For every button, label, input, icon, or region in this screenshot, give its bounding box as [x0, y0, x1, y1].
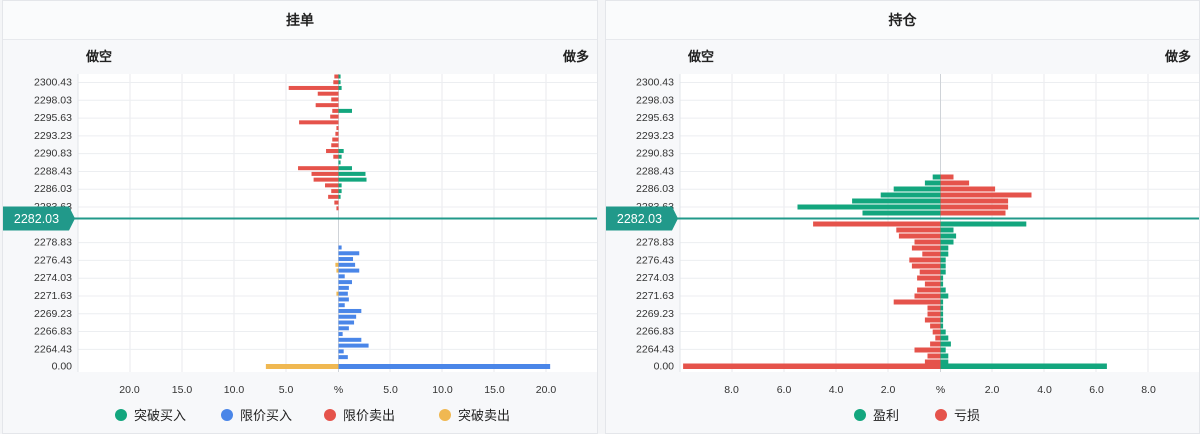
bar-long-profit: [940, 233, 957, 239]
bar-short-loss: [683, 363, 941, 369]
x-tick-label: %: [936, 384, 945, 396]
bar-short-loss: [930, 323, 941, 329]
bar-short-loss: [896, 227, 941, 233]
bar-short-loss: [909, 257, 941, 263]
bar-long-profit: [940, 281, 944, 287]
y-tick-label: 2264.43: [636, 343, 674, 355]
bar-short-loss: [917, 275, 941, 281]
bar-long-profit: [940, 287, 946, 293]
positions-chart: 做空 做多 2300.43 2298.03 2295.63 2293.23 2290.83 2…: [3, 49, 1199, 423]
bar-long-profit: [940, 299, 944, 305]
bar-short-profit: [797, 204, 941, 210]
y-tick-label: 2286.03: [636, 183, 674, 195]
bar-long-profit: [940, 363, 1107, 369]
bar-long-profit: [940, 353, 949, 359]
bar-short-loss: [935, 335, 941, 341]
y-tick-label: 2271.63: [636, 290, 674, 302]
long-label: 做多: [1164, 49, 1191, 64]
y-tick-label: 2278.83: [636, 237, 674, 249]
bar-long-profit: [940, 269, 946, 275]
legend-marker: [935, 409, 947, 421]
bar-short-loss: [922, 251, 941, 257]
bar-long-loss: [940, 186, 996, 192]
bar-long-loss: [940, 180, 970, 186]
bar-short-loss: [914, 293, 941, 299]
bar-short-loss: [919, 269, 941, 275]
y-tick-label: 2293.23: [636, 130, 674, 142]
bar-short-profit: [893, 186, 941, 192]
short-label: 做空: [687, 49, 714, 64]
bar-short-loss: [924, 317, 941, 323]
legend-label: 盈利: [873, 408, 899, 423]
legend-marker: [854, 409, 866, 421]
bar-long-profit: [940, 329, 946, 335]
x-tick-label: 4.0: [829, 384, 844, 396]
bar-long-loss: [940, 192, 1032, 198]
bar-short-profit: [880, 192, 941, 198]
bar-short-loss: [932, 329, 941, 335]
bar-long-profit: [940, 305, 944, 311]
bar-long-loss: [940, 210, 1006, 216]
bar-long-profit: [940, 317, 944, 323]
bar-long-profit: [940, 263, 946, 269]
x-tick-label: 6.0: [1089, 384, 1104, 396]
y-tick-label: 2266.83: [636, 326, 674, 338]
bar-long-profit: [940, 257, 946, 263]
y-tick-label: 2295.63: [636, 112, 674, 124]
bar-long-profit: [940, 239, 954, 245]
y-tick-label: 2290.83: [636, 148, 674, 160]
bar-short-profit: [932, 174, 941, 180]
x-tick-label: 8.0: [1141, 384, 1156, 396]
bar-short-loss: [927, 353, 941, 359]
bar-short-loss: [924, 281, 941, 287]
bar-short-loss: [914, 239, 941, 245]
bar-long-profit: [940, 347, 946, 353]
bar-long-loss: [940, 198, 1009, 204]
bar-long-profit: [940, 293, 949, 299]
bar-long-profit: [940, 311, 944, 317]
y-tick-label: 2298.03: [636, 94, 674, 106]
bar-short-profit: [924, 180, 941, 186]
bar-short-loss: [893, 299, 941, 305]
bar-long-profit: [940, 275, 944, 281]
bar-long-loss: [940, 174, 954, 180]
x-tick-label: 8.0: [724, 384, 739, 396]
bar-long-profit: [940, 245, 949, 251]
bar-short-loss: [927, 311, 941, 317]
bar-short-loss: [930, 341, 941, 347]
current-price-label: 2282.03: [617, 212, 662, 226]
bar-long-profit: [940, 221, 1027, 227]
y-tick-label: 0.00: [654, 361, 675, 373]
legend-label: 亏损: [954, 408, 980, 423]
bar-long-profit: [940, 335, 949, 341]
bar-short-loss: [911, 263, 941, 269]
bar-short-profit: [862, 210, 941, 216]
bar-long-profit: [940, 341, 951, 347]
y-tick-label: 2269.23: [636, 308, 674, 320]
bar-long-profit: [940, 227, 954, 233]
bar-long-loss: [940, 204, 1009, 210]
x-tick-label: 2.0: [881, 384, 896, 396]
bar-long-profit: [940, 251, 949, 257]
x-tick-label: 4.0: [1037, 384, 1052, 396]
y-tick-label: 2300.43: [636, 77, 674, 89]
bar-short-loss: [898, 233, 941, 239]
x-tick-label: 6.0: [777, 384, 792, 396]
y-tick-label: 2276.43: [636, 254, 674, 266]
bar-short-loss: [911, 245, 941, 251]
bar-short-loss: [914, 347, 941, 353]
y-tick-label: 2288.43: [636, 165, 674, 177]
x-tick-label: 2.0: [985, 384, 1000, 396]
bar-short-profit: [852, 198, 941, 204]
bar-short-loss: [917, 287, 941, 293]
bar-long-profit: [940, 323, 944, 329]
current-price-label: 2282.03: [14, 212, 59, 226]
bar-short-loss: [927, 305, 941, 311]
bar-short-loss: [813, 221, 941, 227]
y-tick-label: 2274.03: [636, 272, 674, 284]
